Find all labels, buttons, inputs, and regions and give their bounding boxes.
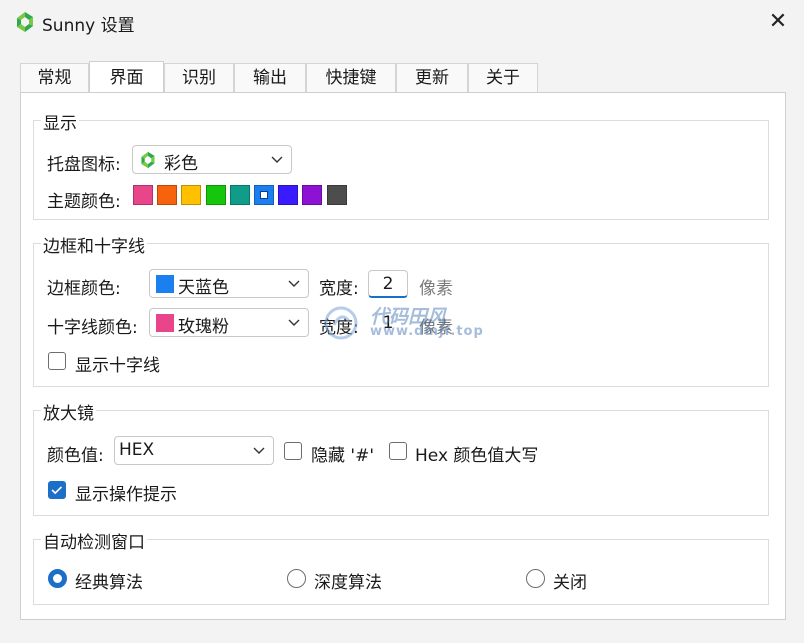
display-group-title: 显示	[41, 109, 79, 134]
border-color-label: 边框颜色:	[47, 279, 121, 299]
tray-icon-label: 托盘图标:	[47, 155, 121, 175]
tray-icon-select[interactable]: 彩色	[132, 145, 292, 174]
cross-color-value: 玫瑰粉	[178, 317, 229, 337]
border-width-input[interactable]: 2	[368, 270, 408, 298]
theme-swatch[interactable]	[326, 185, 347, 205]
cross-color-select[interactable]: 玫瑰粉	[149, 308, 309, 337]
auto-detect-group-title: 自动检测窗口	[41, 528, 147, 553]
tab-general[interactable]: 常规	[20, 63, 89, 92]
chevron-down-icon	[288, 280, 300, 287]
theme-swatch[interactable]	[302, 185, 323, 205]
uppercase-hex-checkbox[interactable]	[389, 442, 407, 460]
hide-hash-label: 隐藏 '#'	[311, 446, 374, 466]
tab-interface[interactable]: 界面	[89, 61, 164, 92]
magnifier-group-title: 放大镜	[41, 399, 96, 424]
title-bar: Sunny 设置 ✕	[0, 0, 804, 44]
theme-swatch[interactable]	[133, 185, 153, 205]
window-title: Sunny 设置	[42, 16, 135, 36]
theme-swatch[interactable]	[278, 185, 299, 205]
show-cross-checkbox[interactable]	[48, 352, 66, 370]
radio-deep-label: 深度算法	[314, 573, 382, 593]
tray-icon-value: 彩色	[164, 154, 198, 174]
tab-about[interactable]: 关于	[468, 63, 538, 92]
theme-swatch[interactable]	[205, 185, 226, 205]
border-width-label: 宽度:	[319, 279, 359, 299]
border-color-value: 天蓝色	[178, 278, 229, 298]
uppercase-hex-label: Hex 颜色值大写	[415, 446, 539, 466]
border-group-title: 边框和十字线	[41, 232, 147, 257]
color-format-value: HEX	[119, 440, 155, 460]
theme-color-label: 主题颜色:	[47, 192, 121, 212]
cross-color-swatch	[156, 314, 174, 332]
tab-update[interactable]: 更新	[396, 63, 468, 92]
colored-logo-icon	[141, 151, 155, 169]
show-cross-label: 显示十字线	[75, 356, 160, 376]
hide-hash-checkbox[interactable]	[284, 442, 302, 460]
theme-swatch[interactable]	[254, 185, 274, 205]
border-color-swatch	[156, 275, 174, 293]
chevron-down-icon	[253, 447, 265, 454]
tab-recognition[interactable]: 识别	[164, 63, 234, 92]
show-tips-label: 显示操作提示	[75, 485, 177, 505]
border-width-unit: 像素	[419, 279, 453, 299]
theme-swatch[interactable]	[157, 185, 178, 205]
radio-classic[interactable]	[48, 569, 67, 588]
watermark-url: www.dmjf.top	[370, 324, 484, 339]
theme-swatch[interactable]	[181, 185, 202, 205]
tab-output[interactable]: 输出	[234, 63, 306, 92]
color-format-select[interactable]: HEX	[114, 436, 274, 465]
radio-off-label: 关闭	[553, 573, 587, 593]
close-icon[interactable]: ✕	[760, 4, 796, 40]
chevron-down-icon	[271, 156, 283, 163]
watermark-logo-icon	[324, 306, 358, 340]
theme-swatch[interactable]	[229, 185, 250, 205]
sunny-logo-icon	[17, 12, 33, 32]
checkmark-icon	[51, 486, 63, 495]
show-tips-checkbox[interactable]	[48, 481, 66, 499]
radio-deep[interactable]	[287, 569, 306, 588]
chevron-down-icon	[288, 319, 300, 326]
radio-off[interactable]	[526, 569, 545, 588]
color-value-label: 颜色值:	[47, 446, 104, 466]
border-color-select[interactable]: 天蓝色	[149, 269, 309, 298]
tab-shortcuts[interactable]: 快捷键	[306, 63, 396, 92]
cross-color-label: 十字线颜色:	[47, 318, 138, 338]
radio-classic-label: 经典算法	[75, 573, 143, 593]
